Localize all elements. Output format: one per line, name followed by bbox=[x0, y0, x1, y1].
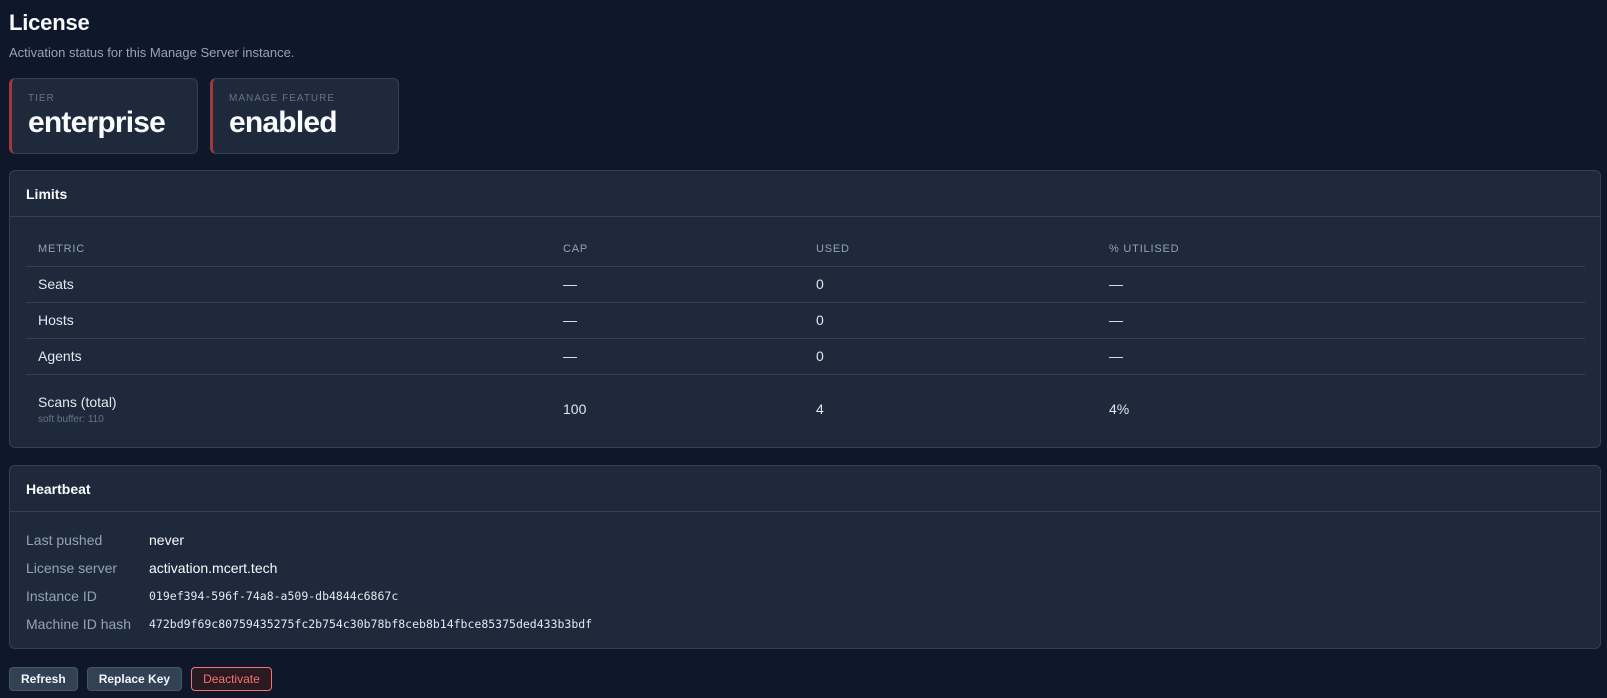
license-server-value: activation.mcert.tech bbox=[149, 560, 278, 576]
limits-panel: Limits METRIC CAP USED % UTILISED Seats … bbox=[9, 170, 1601, 448]
machine-id-hash-row: Machine ID hash 472bd9f69c80759435275fc2… bbox=[26, 610, 592, 638]
license-server-row: License server activation.mcert.tech bbox=[26, 554, 592, 582]
table-row: Agents — 0 — bbox=[26, 338, 1585, 375]
last-pushed-row: Last pushed never bbox=[26, 526, 592, 554]
tier-value: enterprise bbox=[28, 106, 166, 139]
cap-cell: — bbox=[551, 302, 804, 339]
used-cell: 4 bbox=[816, 401, 824, 418]
utilised-cell: — bbox=[1097, 266, 1585, 303]
last-pushed-label: Last pushed bbox=[26, 532, 103, 548]
table-row: Hosts — 0 — bbox=[26, 302, 1585, 339]
utilised-cell: 4% bbox=[1109, 401, 1130, 418]
page-title: License bbox=[9, 10, 90, 35]
used-cell: 0 bbox=[804, 266, 1097, 303]
table-row: Seats — 0 — bbox=[26, 266, 1585, 303]
machine-id-hash-value: 472bd9f69c80759435275fc2b754c30b78bf8ceb… bbox=[149, 617, 593, 631]
metric-cell: Hosts bbox=[26, 302, 551, 339]
soft-buffer-note: soft buffer: 110 bbox=[38, 413, 104, 425]
replace-key-button[interactable]: Replace Key bbox=[86, 667, 183, 691]
heartbeat-details: Last pushed never License server activat… bbox=[26, 526, 592, 638]
table-header-row: METRIC CAP USED % UTILISED bbox=[26, 232, 1585, 267]
cap-cell: — bbox=[551, 338, 804, 375]
tier-label: TIER bbox=[28, 93, 55, 104]
heartbeat-title: Heartbeat bbox=[10, 466, 1600, 512]
cap-cell: — bbox=[551, 266, 804, 303]
license-server-label: License server bbox=[26, 560, 118, 576]
page-subtitle: Activation status for this Manage Server… bbox=[9, 45, 295, 60]
column-header-used: USED bbox=[804, 232, 1097, 267]
action-bar: Refresh Replace Key Deactivate bbox=[9, 667, 272, 691]
cap-cell: 100 bbox=[563, 401, 587, 418]
metric-cell: Agents bbox=[26, 338, 551, 375]
manage-feature-label: MANAGE FEATURE bbox=[229, 93, 336, 104]
manage-feature-card: MANAGE FEATURE enabled bbox=[210, 78, 399, 154]
table-row: Scans (total) soft buffer: 110 100 4 4% bbox=[26, 374, 1585, 444]
metric-cell: Seats bbox=[26, 266, 551, 303]
utilised-cell: — bbox=[1097, 338, 1585, 375]
metric-name: Scans (total) bbox=[38, 393, 117, 410]
used-cell: 0 bbox=[804, 302, 1097, 339]
machine-id-hash-label: Machine ID hash bbox=[26, 616, 132, 632]
last-pushed-value: never bbox=[149, 532, 185, 548]
tier-card: TIER enterprise bbox=[9, 78, 198, 154]
column-header-metric: METRIC bbox=[26, 232, 551, 267]
instance-id-label: Instance ID bbox=[26, 588, 97, 604]
metric-cell: Scans (total) soft buffer: 110 bbox=[26, 374, 551, 444]
used-cell: 0 bbox=[804, 338, 1097, 375]
instance-id-value: 019ef394-596f-74a8-a509-db4844c6867c bbox=[149, 589, 399, 603]
limits-table: METRIC CAP USED % UTILISED Seats — 0 — H… bbox=[26, 232, 1585, 444]
instance-id-row: Instance ID 019ef394-596f-74a8-a509-db48… bbox=[26, 582, 592, 610]
deactivate-button[interactable]: Deactivate bbox=[191, 667, 272, 691]
column-header-cap: CAP bbox=[551, 232, 804, 267]
manage-feature-value: enabled bbox=[229, 106, 338, 139]
limits-title: Limits bbox=[10, 171, 1600, 217]
column-header-utilised: % UTILISED bbox=[1097, 232, 1585, 267]
utilised-cell: — bbox=[1097, 302, 1585, 339]
heartbeat-panel: Heartbeat Last pushed never License serv… bbox=[9, 465, 1601, 649]
refresh-button[interactable]: Refresh bbox=[9, 667, 78, 691]
